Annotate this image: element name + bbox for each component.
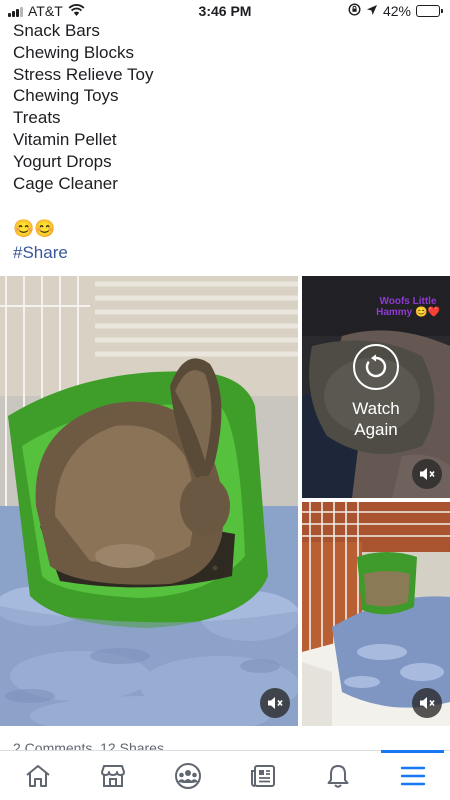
video-overlay-text: Woofs Little Hammy 😊❤️ <box>376 296 440 318</box>
rabbit-photo-main[interactable] <box>0 276 298 726</box>
tab-news[interactable] <box>225 751 300 800</box>
post-line: Treats <box>13 108 61 128</box>
watch-again-label: Watch Again <box>352 399 400 439</box>
post-item-list: Snack Bars Chewing Blocks Stress Relieve… <box>13 20 153 194</box>
post-line: Snack Bars <box>13 21 100 40</box>
tab-home[interactable] <box>0 751 75 800</box>
replay-icon[interactable] <box>353 344 399 390</box>
battery-text: 42% <box>382 3 411 19</box>
location-arrow-icon <box>366 3 378 19</box>
mute-icon[interactable] <box>412 688 442 718</box>
mute-icon[interactable] <box>260 688 290 718</box>
home-icon <box>25 764 50 787</box>
battery-icon <box>416 5 443 17</box>
marketplace-icon <box>100 764 125 787</box>
tab-menu[interactable] <box>375 750 450 800</box>
rabbit-video-thumbnail[interactable]: Woofs Little Hammy 😊❤️ Watch Again <box>302 276 450 498</box>
smiley-emojis: 😊😊 <box>13 219 56 238</box>
groups-icon <box>174 762 201 789</box>
post-line: Chewing Toys <box>13 86 119 106</box>
watch-again-button[interactable]: Watch Again <box>302 344 450 440</box>
news-icon <box>250 764 275 787</box>
mute-icon[interactable] <box>412 459 442 489</box>
tab-groups[interactable] <box>150 751 225 800</box>
bell-icon <box>327 764 348 788</box>
orientation-lock-icon <box>348 3 361 19</box>
status-bar: AT&T 3:46 PM 42% <box>0 0 450 22</box>
post-line: Yogurt Drops <box>13 151 112 171</box>
tab-marketplace[interactable] <box>75 751 150 800</box>
bottom-tab-bar <box>0 750 450 800</box>
tab-notifications[interactable] <box>300 751 375 800</box>
rabbit-litterbox-image <box>0 276 298 726</box>
post-line: Vitamin Pellet <box>13 129 117 149</box>
rabbit-cage-photo[interactable] <box>302 502 450 726</box>
menu-icon <box>400 766 425 785</box>
share-hashtag-link[interactable]: #Share <box>13 243 68 263</box>
post-line: Cage Cleaner <box>13 173 118 193</box>
right-status-group: 42% <box>348 3 443 19</box>
post-line: Stress Relieve Toy <box>13 64 154 84</box>
post-line: Chewing Blocks <box>13 42 134 62</box>
